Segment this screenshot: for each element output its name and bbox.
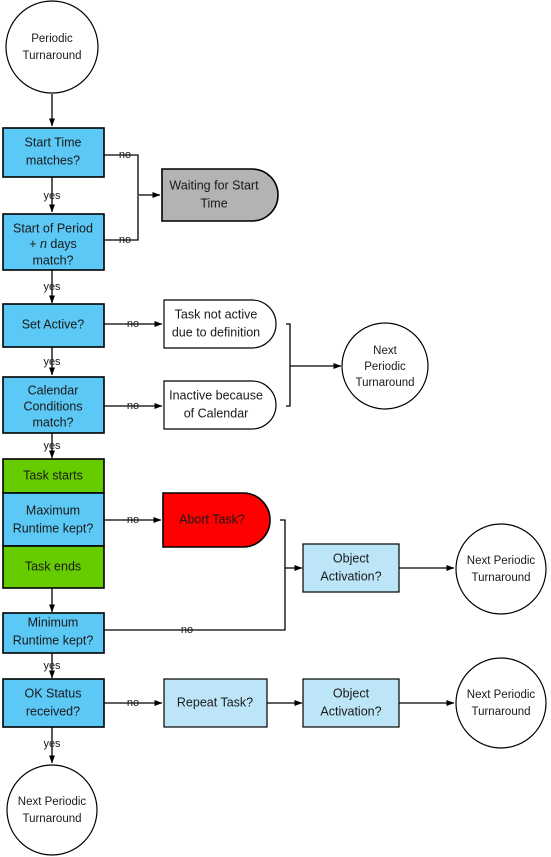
object-activation-1-label-2: Activation? <box>320 569 381 583</box>
task-not-active-label-2: due to definition <box>172 325 260 339</box>
edge-label-starttime-yes: yes <box>43 190 61 202</box>
node-object-activation-2[interactable]: Object Activation? <box>302 678 400 728</box>
minimum-runtime-label-1: Minimum <box>28 615 79 629</box>
node-ok-status-received[interactable]: OK Status received? <box>2 678 105 728</box>
next-turnaround-3-shape <box>455 657 547 749</box>
node-repeat-task[interactable]: Repeat Task? <box>163 678 268 728</box>
node-inactive-because-of-calendar[interactable]: Inactive because of Calendar <box>163 380 277 430</box>
node-next-periodic-turnaround-3[interactable]: Next Periodic Turnaround <box>455 657 547 749</box>
next-turnaround-1-label-1: Next <box>373 345 397 357</box>
node-waiting-for-start-time[interactable]: Waiting for Start Time <box>161 168 279 222</box>
repeat-task-label: Repeat Task? <box>177 695 253 709</box>
start-period-days: days <box>47 237 77 251</box>
object-activation-2-label-1: Object <box>333 686 370 700</box>
minimum-runtime-label-2: Runtime kept? <box>13 633 94 647</box>
start-period-n-italic: n <box>40 237 47 251</box>
next-turnaround-1-label-3: Turnaround <box>355 377 414 389</box>
edge-notactive-merge <box>286 323 291 366</box>
node-object-activation-1[interactable]: Object Activation? <box>302 543 400 593</box>
ok-status-label-1: OK Status <box>25 686 82 700</box>
edge-label-startperiod-no: no <box>119 234 131 246</box>
node-task-starts[interactable]: Task starts <box>2 458 105 494</box>
start-time-label-2: matches? <box>26 153 80 167</box>
next-turnaround-1-label-2: Periodic <box>364 361 406 373</box>
edge-label-minruntime-no: no <box>181 624 193 636</box>
node-next-periodic-turnaround-1[interactable]: Next Periodic Turnaround <box>341 322 429 410</box>
start-circle-label-1: Periodic <box>31 33 73 45</box>
node-set-active[interactable]: Set Active? <box>2 303 105 348</box>
task-ends-label: Task ends <box>25 559 81 573</box>
edge-label-startperiod-yes: yes <box>43 281 61 293</box>
node-start-of-period[interactable]: Start of Period + n days match? <box>2 213 105 271</box>
edge-minruntime-no <box>104 568 286 631</box>
task-starts-label: Task starts <box>23 468 83 482</box>
next-turnaround-2-label-1: Next Periodic <box>467 555 536 567</box>
start-period-plus: + <box>29 237 40 251</box>
edge-label-calendar-yes: yes <box>43 440 61 452</box>
edge-label-maxruntime-no: no <box>127 514 139 526</box>
node-start-time-matches[interactable]: Start Time matches? <box>2 127 105 178</box>
node-abort-task[interactable]: Abort Task? <box>162 492 271 548</box>
maximum-runtime-shape <box>2 492 105 547</box>
edge-label-minruntime-yes: yes <box>43 660 61 672</box>
edge-abort-right <box>280 519 286 568</box>
next-turnaround-2-label-2: Turnaround <box>471 572 530 584</box>
start-period-label-1: Start of Period <box>13 221 93 235</box>
waiting-label-2: Time <box>200 196 227 210</box>
edge-label-calendar-no: no <box>127 400 139 412</box>
task-not-active-label-1: Task not active <box>175 307 258 321</box>
edge-label-starttime-no: no <box>119 149 131 161</box>
edge-label-setactive-no: no <box>127 318 139 330</box>
start-period-label-3: match? <box>33 253 74 267</box>
next-turnaround-4-label-2: Turnaround <box>22 813 81 825</box>
edge-label-okstatus-no: no <box>127 697 139 709</box>
start-time-label-1: Start Time <box>25 135 82 149</box>
node-periodic-turnaround-start[interactable]: Periodic Turnaround <box>5 0 99 94</box>
node-task-not-active[interactable]: Task not active due to definition <box>163 299 277 349</box>
start-circle-shape <box>5 0 99 94</box>
calendar-label-1: Calendar <box>28 383 79 397</box>
flowchart-canvas: no yes no yes no yes no yes no no yes no… <box>2 0 547 856</box>
next-turnaround-4-shape <box>6 764 98 856</box>
inactive-calendar-label-1: Inactive because <box>169 388 263 402</box>
node-next-periodic-turnaround-2[interactable]: Next Periodic Turnaround <box>455 523 547 615</box>
waiting-label-1: Waiting for Start <box>169 178 259 192</box>
edge-label-okstatus-yes: yes <box>43 738 61 750</box>
edge-label-setactive-yes: yes <box>43 356 61 368</box>
next-turnaround-2-shape <box>455 523 547 615</box>
start-circle-label-2: Turnaround <box>22 50 81 62</box>
object-activation-1-label-1: Object <box>333 551 370 565</box>
waiting-shape <box>161 168 279 222</box>
next-turnaround-4-label-1: Next Periodic <box>18 796 87 808</box>
edge-inactive-merge <box>286 366 291 407</box>
inactive-calendar-label-2: of Calendar <box>184 406 249 420</box>
node-calendar-conditions[interactable]: Calendar Conditions match? <box>2 376 105 434</box>
calendar-label-2: Conditions <box>23 399 82 413</box>
maximum-runtime-label-2: Runtime kept? <box>13 521 94 535</box>
node-maximum-runtime[interactable]: Maximum Runtime kept? <box>2 492 105 547</box>
set-active-label: Set Active? <box>22 317 85 331</box>
start-period-label-2: + n days <box>29 237 77 251</box>
abort-task-label: Abort Task? <box>179 512 245 526</box>
next-turnaround-3-label-2: Turnaround <box>471 706 530 718</box>
object-activation-2-label-2: Activation? <box>320 704 381 718</box>
calendar-label-3: match? <box>33 415 74 429</box>
node-task-ends[interactable]: Task ends <box>2 545 105 589</box>
ok-status-label-2: received? <box>26 704 80 718</box>
node-next-periodic-turnaround-4[interactable]: Next Periodic Turnaround <box>6 764 98 856</box>
node-minimum-runtime[interactable]: Minimum Runtime kept? <box>2 612 105 654</box>
next-turnaround-3-label-1: Next Periodic <box>467 689 536 701</box>
maximum-runtime-label-1: Maximum <box>26 503 80 517</box>
edge-starttime-no <box>104 154 161 198</box>
